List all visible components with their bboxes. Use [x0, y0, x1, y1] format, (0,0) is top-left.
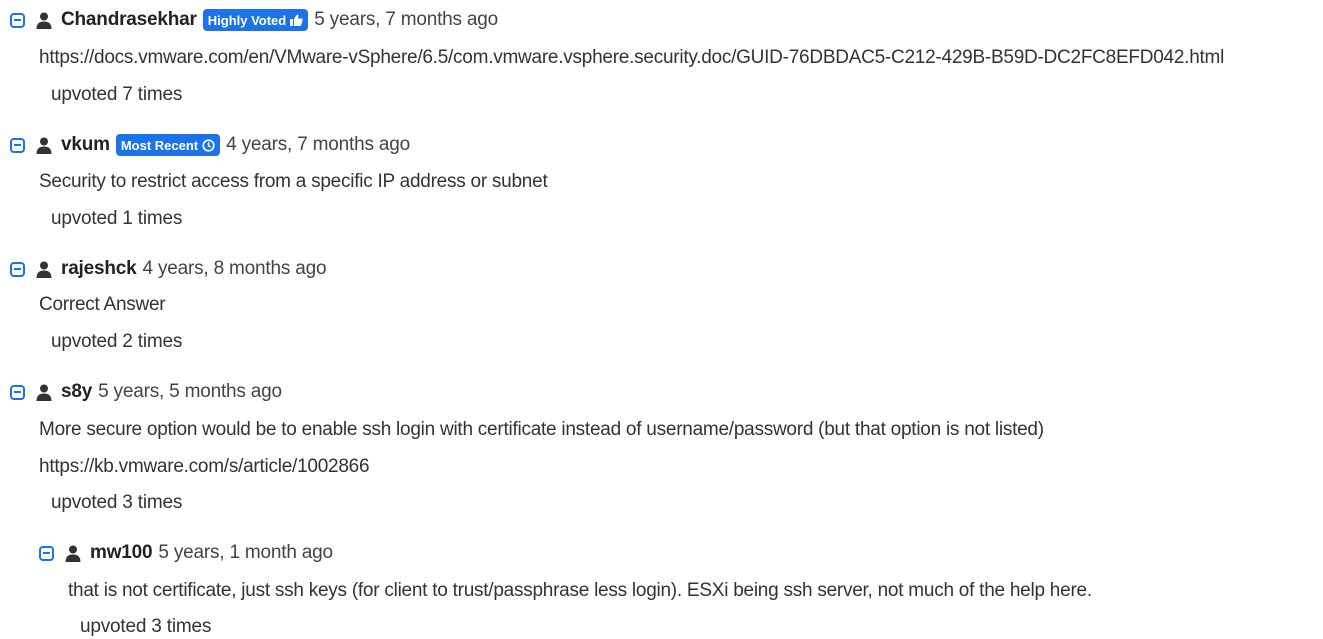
user-icon: [36, 137, 52, 154]
collapse-icon[interactable]: [10, 137, 25, 153]
comment-date: 5 years, 1 month ago: [158, 542, 333, 563]
comment-text: https://docs.vmware.com/en/VMware-vSpher…: [39, 47, 1225, 68]
comment-username[interactable]: rajeshck: [61, 258, 137, 280]
upvote-count: upvoted 2 times: [51, 331, 183, 352]
comment-date: 5 years, 5 months ago: [98, 381, 282, 402]
comment-date: 4 years, 7 months ago: [226, 134, 410, 155]
comment-link[interactable]: https://kb.vmware.com/s/article/1002866: [39, 456, 370, 478]
comment-text: More secure option would be to enable ss…: [39, 419, 1044, 440]
upvote-count: upvoted 3 times: [80, 616, 212, 637]
collapse-icon[interactable]: [10, 12, 25, 28]
collapse-icon[interactable]: [10, 261, 25, 277]
comment-text: Correct Answer: [39, 294, 166, 315]
user-icon: [36, 261, 52, 278]
collapse-icon[interactable]: [10, 384, 25, 400]
upvote-count: upvoted 3 times: [51, 492, 183, 513]
comment-username[interactable]: vkum: [61, 134, 110, 156]
user-icon: [36, 384, 52, 401]
user-icon: [65, 545, 81, 562]
clock-icon: [202, 138, 215, 152]
comment-header: s8y 5 years, 5 months ago: [10, 379, 282, 405]
thumbs-up-icon: [290, 14, 303, 26]
highly-voted-badge: Highly Voted: [202, 9, 309, 31]
badge-label: Highly Voted: [207, 12, 287, 28]
comment-header: rajeshck 4 years, 8 months ago: [10, 256, 327, 282]
user-icon: [36, 12, 52, 29]
comment-username[interactable]: mw100: [90, 542, 153, 564]
comment-header: Chandrasekhar Highly Voted 5 years, 7 mo…: [10, 7, 498, 33]
comment-text: that is not certificate, just ssh keys (…: [68, 580, 1092, 601]
comment-date: 4 years, 8 months ago: [142, 258, 327, 279]
comment-date: 5 years, 7 months ago: [314, 9, 499, 30]
most-recent-badge: Most Recent: [115, 134, 221, 156]
badge-label: Most Recent: [120, 137, 199, 153]
comment-header: vkum Most Recent 4 years, 7 months ago: [10, 132, 410, 158]
comment-header: mw100 5 years, 1 month ago: [39, 540, 333, 566]
comment-username[interactable]: Chandrasekhar: [61, 9, 197, 31]
upvote-count: upvoted 1 times: [51, 208, 183, 229]
upvote-count: upvoted 7 times: [51, 84, 183, 105]
comment-username[interactable]: s8y: [61, 381, 92, 403]
comment-text: Security to restrict access from a speci…: [39, 171, 548, 192]
collapse-icon[interactable]: [39, 545, 54, 561]
